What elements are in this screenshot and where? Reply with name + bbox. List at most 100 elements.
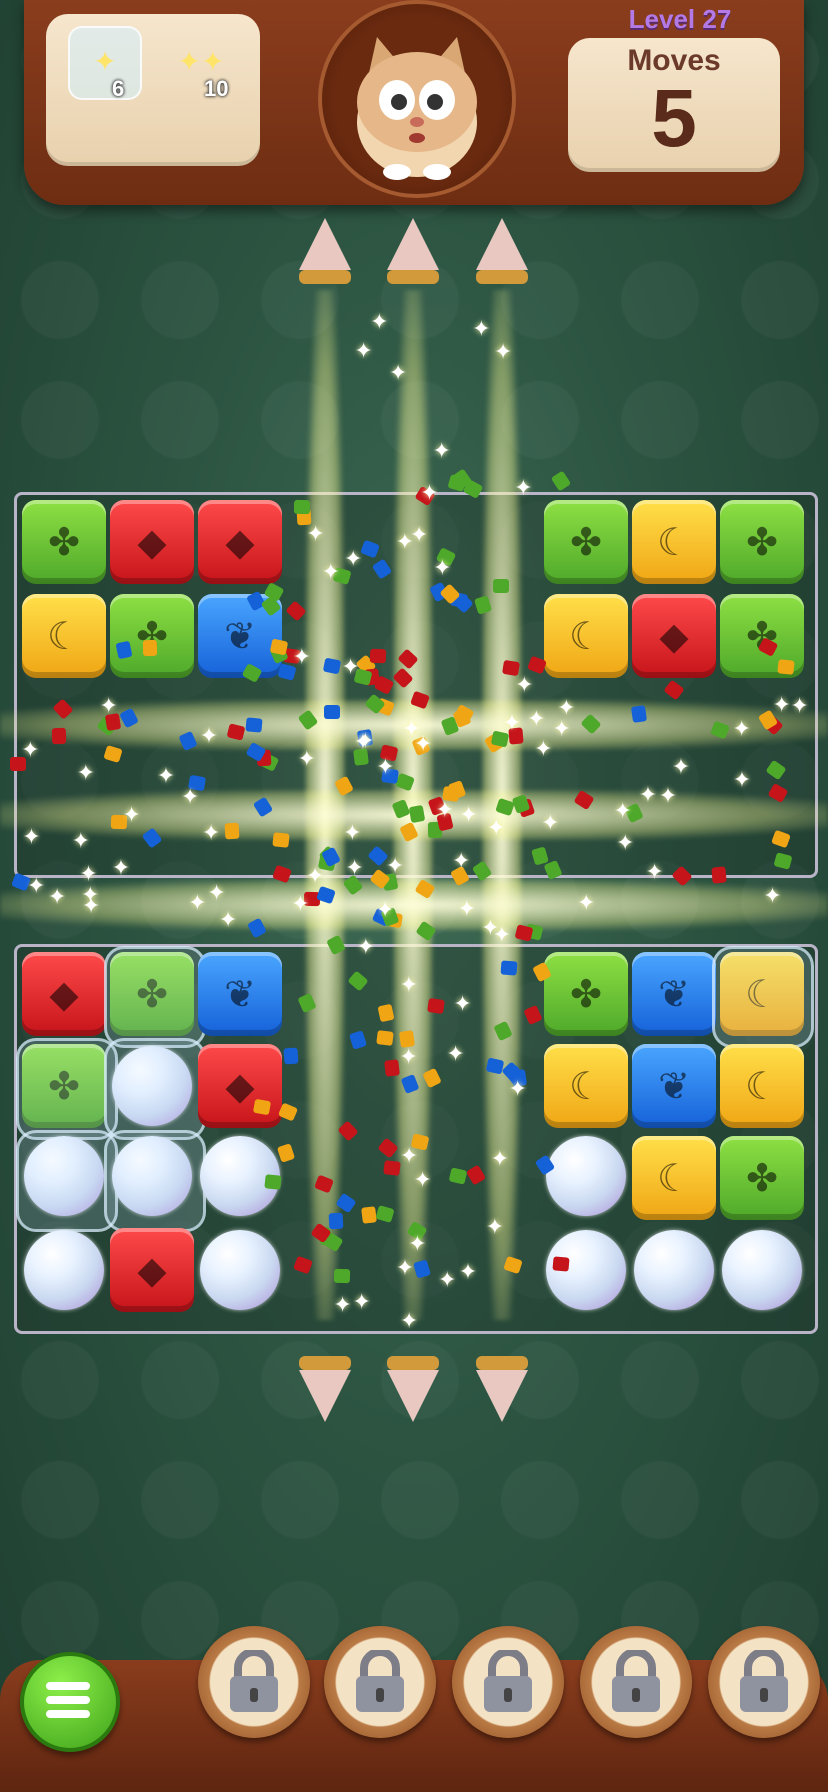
sparkle-icon: ✦ [22, 823, 41, 849]
block-yellow[interactable]: ☾ [544, 1044, 628, 1128]
moon-icon: ☾ [656, 521, 692, 564]
particle [360, 1206, 377, 1224]
bubble-tile[interactable] [546, 1136, 626, 1216]
particle [710, 865, 727, 884]
clover-icon: ✤ [746, 1157, 778, 1200]
particle [115, 640, 133, 660]
sparkle-icon: ✦ [557, 694, 576, 720]
sparkle-icon: ✦ [395, 1255, 415, 1281]
sparkle-icon: ✦ [218, 907, 238, 933]
clover-icon: ✤ [136, 615, 168, 658]
particle [369, 648, 386, 663]
rocket-icon [299, 218, 351, 284]
block-red[interactable]: ◆ [198, 1044, 282, 1128]
sparkle-icon: ✦ [413, 731, 433, 757]
particle [226, 722, 246, 741]
particle [383, 1160, 401, 1177]
block-red[interactable]: ◆ [110, 500, 194, 584]
sparkle-icon: ✦ [527, 706, 546, 732]
booster-slot-1[interactable] [198, 1626, 310, 1738]
sparkle-icon: ✦ [493, 339, 513, 365]
sparkle-icon: ✦ [199, 722, 219, 748]
particle [283, 1047, 299, 1065]
block-green[interactable]: ✤ [720, 500, 804, 584]
block-red[interactable]: ◆ [632, 594, 716, 678]
sparkle-icon: ✦ [459, 801, 478, 827]
sparkle-icon: ✦ [47, 884, 67, 910]
particle [492, 579, 509, 594]
sparkle-icon: ✦ [613, 798, 632, 824]
particle [777, 659, 795, 675]
sparkle-icon: ✦ [297, 746, 317, 772]
particle [224, 822, 239, 840]
block-green[interactable]: ✤ [544, 500, 628, 584]
clover-icon: ✤ [570, 973, 602, 1016]
block-green[interactable]: ✤ [22, 500, 106, 584]
sparkle-icon: ✦ [446, 1041, 465, 1067]
block-green[interactable]: ✤ [110, 594, 194, 678]
goal-count-1: 6 [112, 76, 125, 101]
moon-icon: ☾ [568, 615, 604, 658]
sparkle-icon: ✦ [122, 802, 141, 828]
bubble-tile[interactable] [200, 1230, 280, 1310]
particle [293, 499, 311, 515]
glass-overlay [104, 1038, 206, 1140]
sparkle-icon: ✦ [341, 654, 360, 680]
sparkle-icon: ✦ [345, 855, 364, 881]
sparkle-icon: ✦ [321, 558, 341, 584]
glass-overlay [16, 1130, 118, 1232]
block-yellow[interactable]: ☾ [544, 594, 628, 678]
sparkle-icon: ✦ [305, 863, 325, 889]
sparkle-icon: ✦ [385, 853, 405, 879]
sparkle-icon: ✦ [638, 782, 658, 808]
diamond-icon: ◆ [49, 973, 79, 1016]
sparkle-icon: ✦ [492, 921, 512, 947]
block-red[interactable]: ◆ [22, 952, 106, 1036]
particle [376, 1029, 395, 1046]
block-yellow[interactable]: ☾ [632, 1136, 716, 1220]
clover-icon: ✤ [570, 521, 602, 564]
block-yellow[interactable]: ☾ [22, 594, 106, 678]
rocket-icon [387, 218, 439, 284]
booster-slot-3[interactable] [452, 1626, 564, 1738]
cat-avatar-icon [357, 37, 477, 180]
clover-icon: ✤ [48, 521, 80, 564]
particle [333, 1268, 351, 1284]
menu-button[interactable] [20, 1652, 120, 1752]
sparkle-icon: ✦ [515, 671, 534, 697]
block-red[interactable]: ◆ [198, 500, 282, 584]
block-blue[interactable]: ❦ [632, 1044, 716, 1128]
moon-icon: ☾ [656, 1157, 692, 1200]
sparkle-icon: ✦ [763, 883, 782, 909]
sparkle-icon: ✦ [343, 546, 363, 572]
booster-slot-4[interactable] [580, 1626, 692, 1738]
block-blue[interactable]: ❦ [632, 952, 716, 1036]
block-green[interactable]: ✤ [720, 1136, 804, 1220]
bubble-tile[interactable] [722, 1230, 802, 1310]
sparkle-icon: ✦ [453, 990, 472, 1016]
sparkle-icon: ✦ [645, 858, 664, 884]
block-yellow[interactable]: ☾ [720, 1044, 804, 1128]
particle [408, 805, 426, 824]
sparkle-icon: ✦ [180, 783, 200, 809]
bubble-tile[interactable] [634, 1230, 714, 1310]
sparkle-icon: ✦ [534, 735, 553, 761]
block-green[interactable]: ✤ [544, 952, 628, 1036]
rocket-beam [0, 880, 828, 930]
block-blue[interactable]: ❦ [198, 952, 282, 1036]
particle [630, 705, 647, 723]
sparkle-icon: ✦ [353, 728, 373, 754]
glass-overlay [712, 946, 814, 1048]
particle [514, 923, 534, 942]
sparkle-icon: ✦ [356, 934, 376, 960]
sparkle-icon: ✦ [420, 480, 439, 506]
butterfly-icon: ❦ [658, 973, 690, 1016]
sparkle-icon: ✦ [21, 736, 40, 762]
bubble-tile[interactable] [24, 1230, 104, 1310]
cat-portrait [318, 0, 516, 198]
booster-slot-5[interactable] [708, 1626, 820, 1738]
booster-slot-2[interactable] [324, 1626, 436, 1738]
block-red[interactable]: ◆ [110, 1228, 194, 1312]
block-yellow[interactable]: ☾ [632, 500, 716, 584]
sparkle-icon: ✦ [502, 709, 522, 735]
